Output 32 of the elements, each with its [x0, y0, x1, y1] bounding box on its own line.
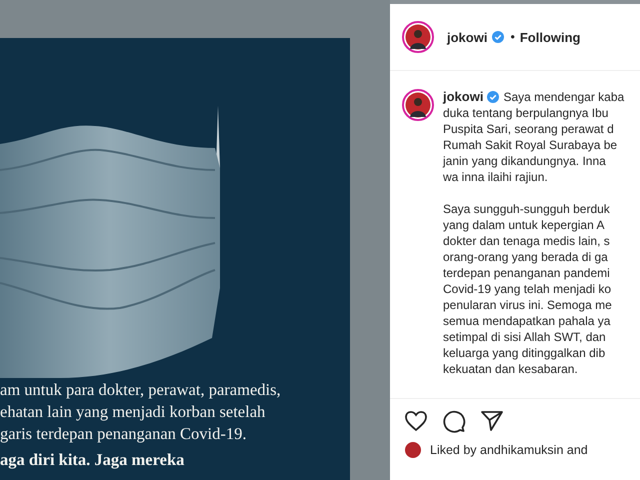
caption-text: semua mendapatkan pahala ya: [443, 313, 612, 329]
caption-text: wa inna ilaihi rajiun.: [443, 169, 549, 185]
poster-text: am untuk para dokter, perawat, paramedis,: [0, 379, 282, 401]
username-link[interactable]: jokowi: [443, 89, 484, 105]
caption-text: setimpal di sisi Allah SWT, dan: [443, 329, 607, 345]
following-button[interactable]: Following: [520, 30, 580, 44]
caption-text: Rumah Sakit Royal Surabaya be: [443, 137, 618, 153]
caption-text: Covid-19 yang telah menjadi ko: [443, 281, 612, 297]
comment-icon[interactable]: [442, 409, 466, 433]
share-icon[interactable]: [480, 409, 504, 433]
caption-text: kekuatan dan kesabaran.: [443, 361, 579, 377]
caption-text: terdepan penanganan pandemi: [443, 265, 611, 281]
separator-dot: •: [510, 30, 515, 44]
poster-text: ehatan lain yang menjadi korban setelah: [0, 401, 266, 423]
avatar-icon[interactable]: [402, 89, 434, 121]
username-link[interactable]: jokowi: [447, 30, 488, 44]
avatar-icon[interactable]: [402, 21, 434, 53]
heart-icon[interactable]: [404, 410, 428, 432]
caption-text: Saya mendengar kaba: [503, 89, 624, 105]
poster-heading: aga diri kita. Jaga mereka: [0, 449, 186, 471]
caption-text: duka tentang berpulangnya Ibu: [443, 105, 610, 121]
caption-text: yang dalam untuk kepergian A: [443, 217, 606, 233]
poster-text: garis terdepan penanganan Covid-19.: [0, 423, 248, 445]
likes-text: Liked by andhikamuksin and: [430, 443, 588, 457]
liker-avatar-icon[interactable]: [404, 441, 422, 459]
caption-text: janin yang dikandungnya. Inna: [443, 153, 607, 169]
caption-text: Puspita Sari, seorang perawat d: [443, 121, 615, 137]
caption-text: orang-orang yang berada di ga: [443, 249, 609, 265]
caption-text: penularan virus ini. Semoga me: [443, 297, 613, 313]
caption-text: Saya sungguh-sungguh berduk: [443, 201, 611, 217]
caption-text: dokter dan tenaga medis lain, s: [443, 233, 611, 249]
caption-text: keluarga yang ditinggalkan dib: [443, 345, 606, 361]
